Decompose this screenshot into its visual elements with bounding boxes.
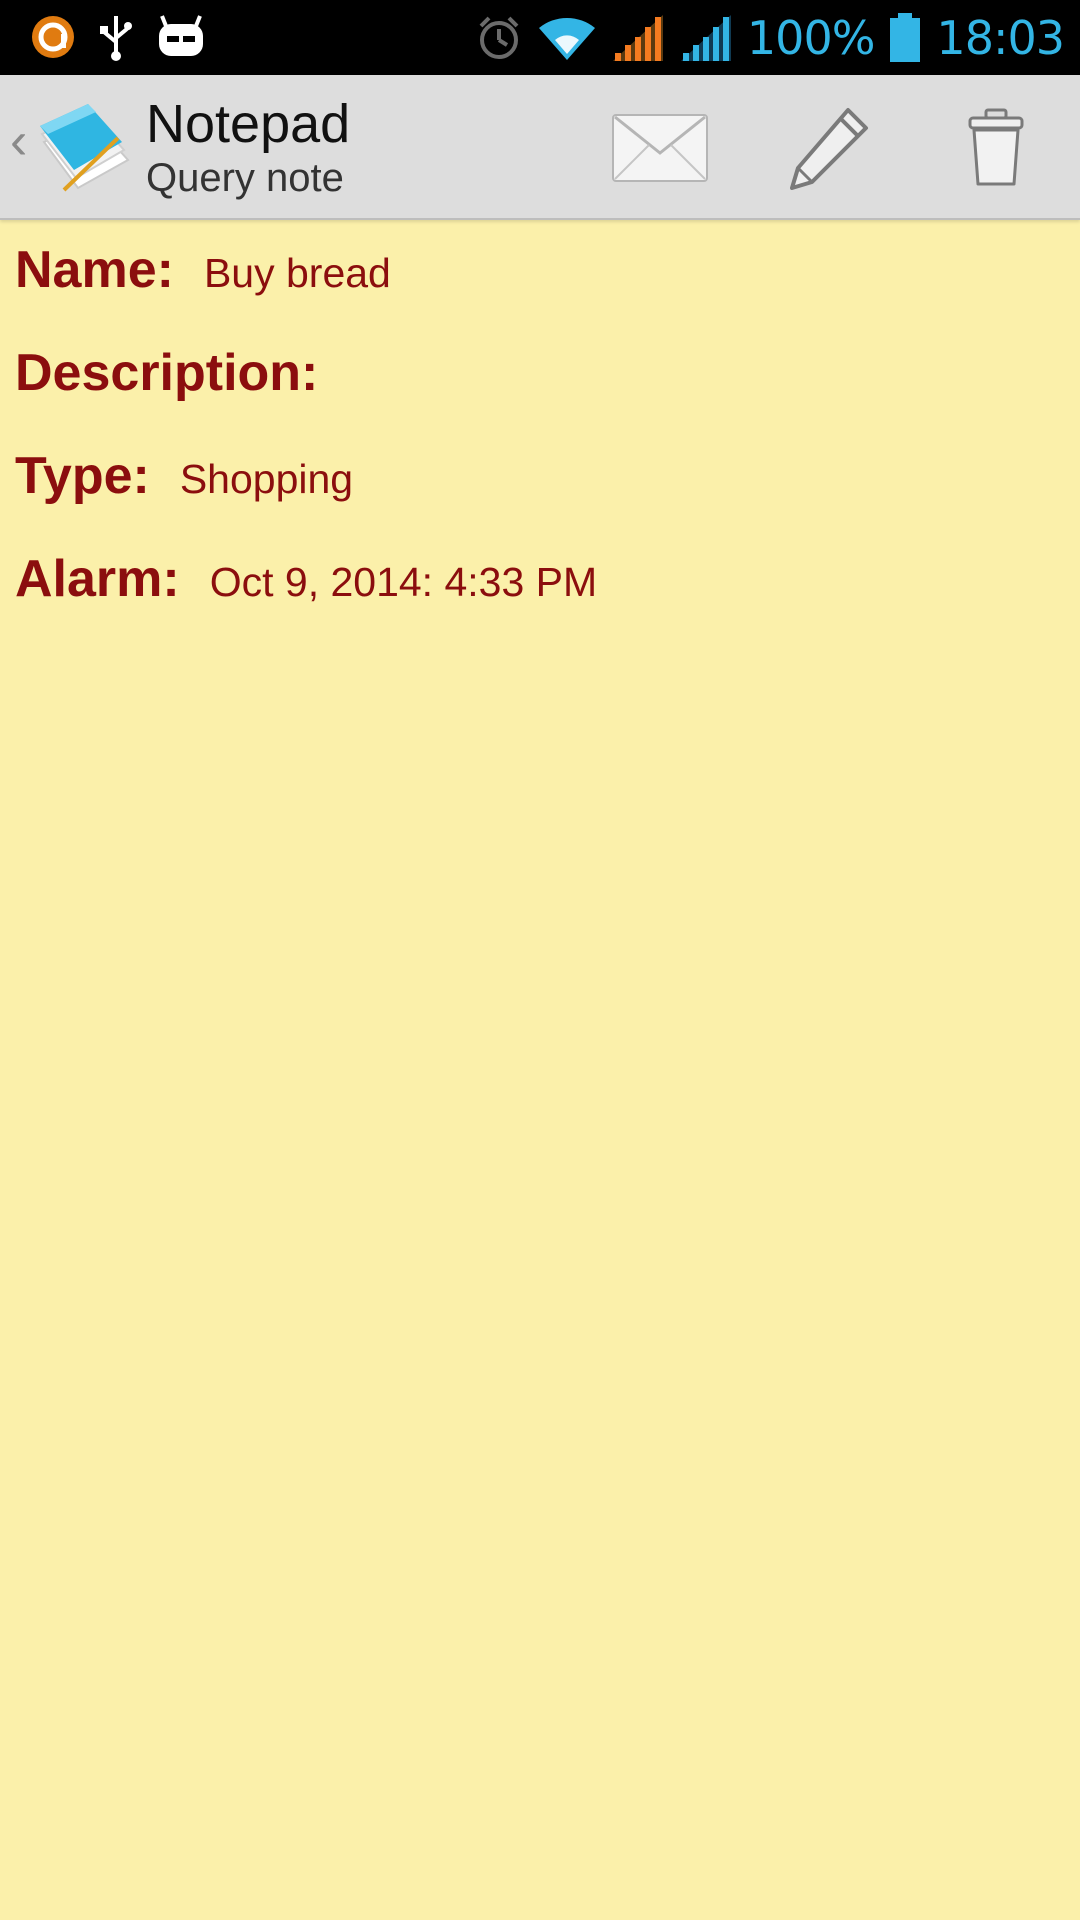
title-block: Notepad Query note: [146, 93, 350, 201]
avast-icon: [32, 16, 74, 58]
note-details: Name: Buy bread Description: Type: Shopp…: [15, 222, 1065, 634]
system-icons: 100% 18:03: [475, 0, 1065, 75]
status-bar: 100% 18:03: [0, 0, 1080, 75]
mail-icon: [612, 113, 708, 182]
description-row: Description:: [15, 325, 1065, 428]
name-row: Name: Buy bread: [15, 222, 1065, 325]
type-value: Shopping: [179, 456, 354, 502]
battery-icon: [890, 12, 921, 62]
wifi-icon: [538, 17, 595, 60]
description-label: Description:: [15, 344, 319, 402]
notepad-app-icon: [40, 104, 130, 192]
alarm-icon: [479, 16, 519, 59]
delete-note-button[interactable]: [941, 105, 1051, 190]
cyanogenmod-icon: [159, 15, 203, 56]
alarm-label: Alarm:: [15, 550, 180, 608]
pencil-icon: [790, 107, 868, 190]
clock: 18:03: [936, 10, 1065, 65]
type-row: Type: Shopping: [15, 428, 1065, 531]
alarm-value: Oct 9, 2014: 4:33 PM: [209, 559, 598, 605]
signal-blue-icon: [680, 14, 731, 61]
notification-icons: [30, 12, 206, 62]
battery-percent: 100%: [746, 10, 876, 65]
up-navigation-caret[interactable]: ‹: [10, 115, 27, 167]
usb-icon: [100, 16, 132, 61]
trash-icon: [968, 108, 1024, 185]
screen-subtitle: Query note: [146, 156, 344, 200]
edit-note-button[interactable]: [773, 105, 883, 190]
action-bar: ‹ Notepad Query note: [0, 75, 1080, 220]
app-home-button[interactable]: [38, 100, 130, 199]
app-title: Notepad: [146, 94, 351, 154]
alarm-row: Alarm: Oct 9, 2014: 4:33 PM: [15, 531, 1065, 634]
name-value: Buy bread: [203, 250, 391, 296]
name-label: Name:: [15, 241, 174, 299]
type-label: Type:: [15, 447, 150, 505]
signal-orange-icon: [612, 14, 663, 61]
send-email-button[interactable]: [605, 105, 715, 190]
